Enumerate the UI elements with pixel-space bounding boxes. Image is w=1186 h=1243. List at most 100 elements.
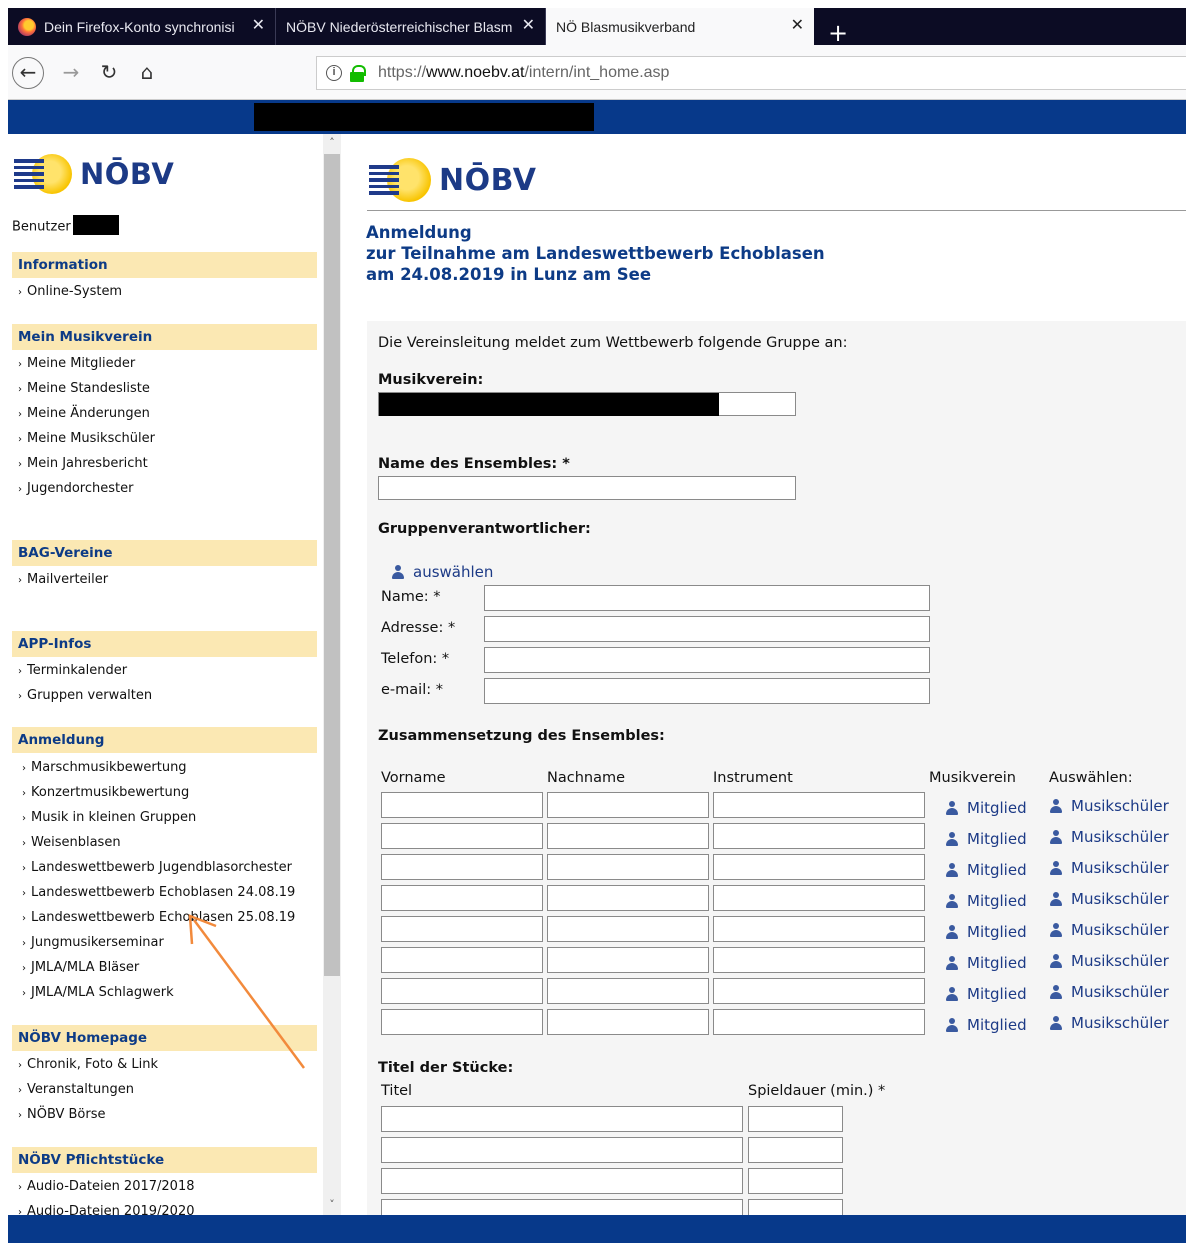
select-student-link[interactable]: Musikschüler	[1049, 797, 1169, 815]
vorname-input[interactable]	[381, 854, 543, 880]
select-member-link[interactable]: Mitglied	[945, 985, 1027, 1003]
instrument-input[interactable]	[713, 854, 925, 880]
select-member-link[interactable]: Mitglied	[945, 892, 1027, 910]
tab-noe-blasmusikverband[interactable]: NÖ Blasmusikverband ✕	[546, 8, 814, 45]
select-member-link[interactable]: Mitglied	[945, 1016, 1027, 1034]
sidebar-item[interactable]: › JMLA/MLA Bläser	[22, 960, 139, 977]
select-student-link[interactable]: Musikschüler	[1049, 952, 1169, 970]
lock-icon[interactable]	[350, 65, 366, 82]
sidebar-item[interactable]: › JMLA/MLA Schlagwerk	[22, 985, 174, 1002]
instrument-input[interactable]	[713, 947, 925, 973]
sidebar-item[interactable]: › Terminkalender	[18, 663, 127, 680]
sidebar-item[interactable]: › Online-System	[18, 284, 122, 301]
instrument-input[interactable]	[713, 1009, 925, 1035]
contact-input[interactable]	[484, 585, 930, 611]
sidebar-item[interactable]: › Meine Musikschüler	[18, 431, 155, 448]
select-member-link[interactable]: Mitglied	[945, 923, 1027, 941]
contact-input[interactable]	[484, 647, 930, 673]
vorname-input[interactable]	[381, 947, 543, 973]
select-student-link[interactable]: Musikschüler	[1049, 859, 1169, 877]
piece-duration-input[interactable]	[748, 1199, 843, 1215]
instrument-input[interactable]	[713, 885, 925, 911]
nachname-input[interactable]	[547, 978, 709, 1004]
sidebar-item[interactable]: › Veranstaltungen	[18, 1082, 134, 1099]
sidebar-item[interactable]: › Landeswettbewerb Jugendblasorchester	[22, 860, 292, 877]
instrument-input[interactable]	[713, 792, 925, 818]
sidebar-item[interactable]: › Musik in kleinen Gruppen	[22, 810, 196, 827]
select-student-link[interactable]: Musikschüler	[1049, 890, 1169, 908]
instrument-input[interactable]	[713, 978, 925, 1004]
sidebar-item[interactable]: › Meine Mitglieder	[18, 356, 135, 373]
sidebar-item[interactable]: › NÖBV Börse	[18, 1107, 106, 1124]
sidebar-item[interactable]: › Audio-Dateien 2017/2018	[18, 1179, 194, 1196]
close-tab-icon[interactable]: ✕	[791, 17, 804, 35]
piece-title-input[interactable]	[381, 1199, 743, 1215]
tab-noebv-home[interactable]: NÖBV Niederösterreichischer Blasm ✕	[276, 8, 546, 45]
user-icon	[945, 987, 959, 1001]
sidebar-item[interactable]: › Gruppen verwalten	[18, 688, 152, 705]
nachname-input[interactable]	[547, 1009, 709, 1035]
tab-label: NÖ Blasmusikverband	[556, 18, 696, 35]
sidebar-item-label: Konzertmusikbewertung	[31, 785, 190, 800]
sidebar-item[interactable]: › Konzertmusikbewertung	[22, 785, 189, 802]
select-member-link[interactable]: Mitglied	[945, 830, 1027, 848]
sidebar-item[interactable]: › Weisenblasen	[22, 835, 121, 852]
vorname-input[interactable]	[381, 1009, 543, 1035]
contact-input[interactable]	[484, 616, 930, 642]
piece-title-input[interactable]	[381, 1137, 743, 1163]
new-tab-button[interactable]: +	[826, 21, 850, 46]
piece-duration-input[interactable]	[748, 1106, 843, 1132]
sidebar-section-anmeldung: Anmeldung	[12, 727, 317, 753]
contact-input[interactable]	[484, 678, 930, 704]
nachname-input[interactable]	[547, 854, 709, 880]
select-student-link[interactable]: Musikschüler	[1049, 921, 1169, 939]
select-member-link[interactable]: Mitglied	[945, 954, 1027, 972]
instrument-input[interactable]	[713, 916, 925, 942]
vorname-input[interactable]	[381, 916, 543, 942]
nachname-input[interactable]	[547, 792, 709, 818]
scrollbar-thumb[interactable]	[324, 154, 340, 976]
home-button[interactable]: ⌂	[132, 59, 162, 85]
sidebar-item[interactable]: › Meine Standesliste	[18, 381, 150, 398]
select-member-link[interactable]: Mitglied	[945, 861, 1027, 879]
piece-title-input[interactable]	[381, 1106, 743, 1132]
vorname-input[interactable]	[381, 978, 543, 1004]
select-student-link[interactable]: Musikschüler	[1049, 828, 1169, 846]
sidebar-item[interactable]: › Mein Jahresbericht	[18, 456, 148, 473]
ensemble-name-input[interactable]	[378, 476, 796, 500]
piece-title-input[interactable]	[381, 1168, 743, 1194]
vorname-input[interactable]	[381, 823, 543, 849]
piece-duration-input[interactable]	[748, 1137, 843, 1163]
sidebar-item[interactable]: › Jugendorchester	[18, 481, 133, 498]
url-bar[interactable]: i https://www.noebv.at/intern/int_home.a…	[316, 56, 1186, 90]
select-student-link[interactable]: Musikschüler	[1049, 1014, 1169, 1032]
instrument-input[interactable]	[713, 823, 925, 849]
sidebar-item[interactable]: › Audio-Dateien 2019/2020	[18, 1204, 194, 1215]
nachname-input[interactable]	[547, 916, 709, 942]
close-tab-icon[interactable]: ✕	[252, 17, 265, 35]
sidebar-item[interactable]: › Marschmusikbewertung	[22, 760, 187, 777]
forward-button[interactable]: →	[56, 59, 86, 85]
close-tab-icon[interactable]: ✕	[522, 17, 535, 35]
nachname-input[interactable]	[547, 823, 709, 849]
nachname-input[interactable]	[547, 885, 709, 911]
sidebar-item[interactable]: › Meine Änderungen	[18, 406, 150, 423]
sidebar-item[interactable]: › Chronik, Foto & Link	[18, 1057, 158, 1074]
sidebar-item[interactable]: › Jungmusikerseminar	[22, 935, 164, 952]
sidebar-item[interactable]: › Mailverteiler	[18, 572, 108, 589]
back-button[interactable]: ←	[12, 57, 44, 89]
vorname-input[interactable]	[381, 885, 543, 911]
column-header: Instrument	[713, 770, 793, 786]
select-responsible-link[interactable]: auswählen	[391, 563, 493, 581]
nachname-input[interactable]	[547, 947, 709, 973]
vorname-input[interactable]	[381, 792, 543, 818]
tab-firefox-account[interactable]: Dein Firefox-Konto synchronisi ✕	[8, 8, 276, 45]
info-icon[interactable]: i	[326, 65, 342, 81]
scroll-down-icon[interactable]: ˅	[323, 1198, 341, 1211]
sidebar-scrollbar[interactable]: ˄ ˅	[323, 134, 341, 1215]
reload-button[interactable]: ↻	[94, 59, 124, 85]
scroll-up-icon[interactable]: ˄	[323, 136, 341, 149]
select-member-link[interactable]: Mitglied	[945, 799, 1027, 817]
piece-duration-input[interactable]	[748, 1168, 843, 1194]
select-student-link[interactable]: Musikschüler	[1049, 983, 1169, 1001]
